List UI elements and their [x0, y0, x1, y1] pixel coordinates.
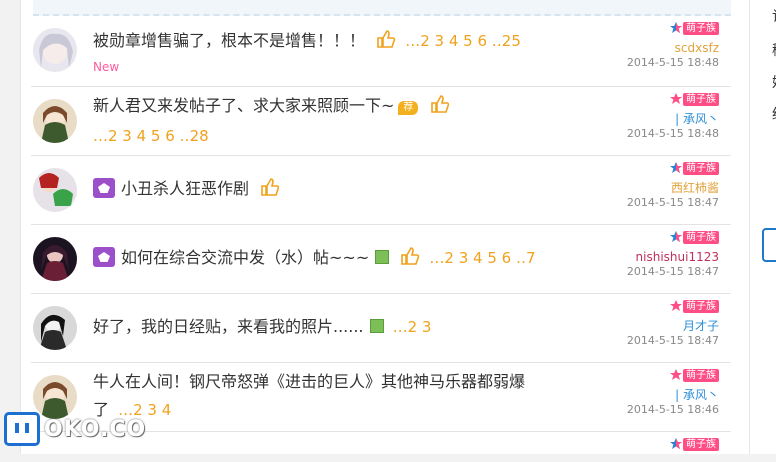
user-avatar[interactable]	[33, 28, 77, 72]
star-icon	[670, 435, 682, 454]
thread-title[interactable]: 牛人在人间！钢尺帝怒弹《进击的巨人》其他神马乐器都弱爆	[93, 372, 525, 391]
thread-title[interactable]: 新人君又来发帖子了、求大家来照顾一下~	[93, 96, 394, 115]
thread-meta: 萌子族 scdxsfz 2014-5-15 18:48	[579, 18, 719, 70]
thumbs-up-icon	[430, 94, 450, 122]
side-widget-button[interactable]	[762, 228, 776, 262]
star-icon	[670, 297, 682, 316]
logo-icon	[4, 412, 40, 446]
thread-row[interactable]: 新人君又来发帖子了、求大家来照顾一下~ 荐 …2 3 4 5 6 ‥28 萌子族 …	[31, 87, 731, 156]
star-icon	[670, 19, 682, 38]
thread-meta: 萌子族 西红柿酱 2014-5-15 18:47	[579, 158, 719, 210]
user-avatar[interactable]	[33, 168, 77, 212]
thread-title-line: 被勋章增售骗了，根本不是增售！！！ …2 3 4 5 6 ‥25	[93, 28, 593, 57]
star-icon	[670, 228, 682, 247]
thread-title-line: 新人君又来发帖子了、求大家来照顾一下~ 荐	[93, 93, 593, 122]
sidebar-text: 稀	[772, 40, 776, 60]
star-icon	[670, 159, 682, 178]
category-icon	[93, 178, 115, 198]
star-icon	[670, 90, 682, 109]
author-name[interactable]: nishishui1123	[579, 249, 719, 265]
user-avatar[interactable]	[33, 99, 77, 143]
user-group-badge: 萌子族	[683, 162, 719, 175]
watermark-logo: OKO.CO	[4, 412, 146, 446]
user-group-badge: 萌子族	[683, 93, 719, 106]
list-header-band	[33, 0, 731, 16]
user-avatar[interactable]	[33, 306, 77, 350]
thread-meta: 萌子族 | 承风丶 2014-5-15 18:46	[579, 365, 719, 417]
thread-meta: 萌子族	[579, 434, 719, 454]
thread-row[interactable]: 被勋章增售骗了，根本不是增售！！！ …2 3 4 5 6 ‥25 New 萌子族…	[31, 18, 731, 87]
thread-title[interactable]: 小丑杀人狂恶作剧	[121, 179, 249, 198]
author-name[interactable]: scdxsfz	[579, 40, 719, 56]
user-group-badge: 萌子族	[683, 438, 719, 451]
category-icon	[93, 247, 115, 267]
author-name[interactable]: | 承风丶	[579, 387, 719, 403]
thumbs-up-icon	[260, 177, 280, 205]
page-links[interactable]: …2 3 4 5 6 ‥7	[429, 249, 535, 267]
star-icon	[670, 366, 682, 385]
thread-row[interactable]: 如何在综合交流中发（水）帖~~~ …2 3 4 5 6 ‥7 萌子族 nishi…	[31, 225, 731, 294]
page-links[interactable]: …2 3 4 5 6 ‥25	[405, 32, 521, 50]
recommended-badge: 荐	[398, 101, 419, 115]
thread-title[interactable]: 被勋章增售骗了，根本不是增售！！！	[93, 31, 365, 50]
post-date: 2014-5-15 18:47	[626, 334, 719, 347]
thread-title[interactable]: 如何在综合交流中发（水）帖~~~	[121, 248, 369, 267]
thread-meta: 萌子族 月才子 2014-5-15 18:47	[579, 296, 719, 348]
thread-meta: 萌子族 | 承风丶 2014-5-15 18:48	[579, 89, 719, 141]
thread-pages-line: …2 3 4 5 6 ‥28	[93, 123, 593, 149]
post-date: 2014-5-15 18:47	[626, 196, 719, 209]
thread-title-line: 小丑杀人狂恶作剧	[93, 176, 593, 205]
image-attachment-icon	[375, 250, 390, 264]
author-name[interactable]: 月才子	[579, 318, 719, 334]
author-name[interactable]: 西红柿酱	[579, 180, 719, 196]
user-group-badge: 萌子族	[683, 369, 719, 382]
thread-title-line: 牛人在人间！钢尺帝怒弹《进击的巨人》其他神马乐器都弱爆	[93, 369, 593, 395]
user-group-badge: 萌子族	[683, 300, 719, 313]
thread-list-panel: 被勋章增售骗了，根本不是增售！！！ …2 3 4 5 6 ‥25 New 萌子族…	[20, 0, 750, 454]
new-label: New	[93, 60, 120, 74]
post-date: 2014-5-15 18:48	[626, 56, 719, 69]
thread-row[interactable]: 好了，我的日经贴，来看我的照片...... …2 3 萌子族 月才子 2014-…	[31, 294, 731, 363]
thread-meta: 萌子族 nishishui1123 2014-5-15 18:47	[579, 227, 719, 279]
page-links[interactable]: …2 3	[393, 318, 432, 336]
thread-title-line: 如何在综合交流中发（水）帖~~~ …2 3 4 5 6 ‥7	[93, 245, 593, 274]
sidebar-text: 统	[772, 104, 776, 124]
sidebar-text: 妹	[772, 72, 776, 92]
user-group-badge: 萌子族	[683, 231, 719, 244]
image-attachment-icon	[369, 319, 384, 333]
thumbs-up-icon	[400, 246, 420, 274]
post-date: 2014-5-15 18:46	[626, 403, 719, 416]
post-date: 2014-5-15 18:48	[626, 127, 719, 140]
thread-title[interactable]: 好了，我的日经贴，来看我的照片......	[93, 317, 364, 336]
author-name[interactable]: | 承风丶	[579, 111, 719, 127]
sidebar-text: 记	[772, 6, 776, 26]
thread-title-line: 好了，我的日经贴，来看我的照片...... …2 3	[93, 314, 593, 340]
thumbs-up-icon	[376, 29, 396, 57]
right-sidebar: 记 稀 妹 统	[750, 0, 776, 454]
page-links[interactable]: …2 3 4 5 6 ‥28	[93, 127, 209, 145]
user-group-badge: 萌子族	[683, 22, 719, 35]
post-date: 2014-5-15 18:47	[626, 265, 719, 278]
watermark-text: OKO.CO	[44, 416, 147, 442]
user-avatar[interactable]	[33, 237, 77, 281]
thread-row[interactable]: 小丑杀人狂恶作剧 萌子族 西红柿酱 2014-5-15 18:47	[31, 156, 731, 225]
thread-title-line-2: 了 …2 3 4	[93, 397, 593, 423]
